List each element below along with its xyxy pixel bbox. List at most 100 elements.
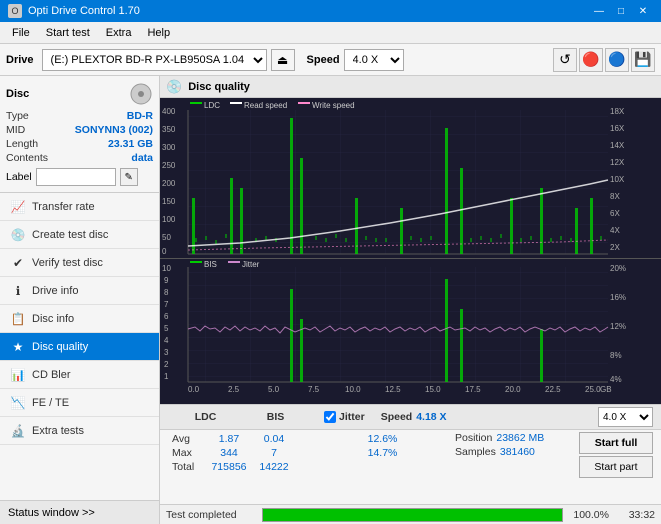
disc-label-input[interactable] (36, 168, 116, 186)
max-jitter: 14.7% (314, 446, 451, 460)
menu-extra[interactable]: Extra (98, 25, 140, 41)
svg-text:20.0: 20.0 (505, 257, 521, 258)
total-bis: 14222 (254, 460, 294, 474)
avg-bis: 0.04 (254, 432, 294, 446)
svg-text:25.0: 25.0 (585, 257, 601, 258)
speed-select[interactable]: 4.0 X (344, 49, 404, 71)
charts-container: 400 350 300 250 200 150 100 50 0 18X 16X… (160, 98, 661, 404)
disc-label-button[interactable]: ✎ (120, 168, 138, 186)
svg-text:2.5: 2.5 (228, 385, 240, 394)
svg-text:8X: 8X (610, 192, 620, 201)
test-speed-select[interactable]: 4.0 X (598, 407, 653, 427)
disc-quality-header: 💿 Disc quality (160, 76, 661, 98)
svg-text:5.0: 5.0 (268, 385, 280, 394)
toolbar-btn-save[interactable]: 💾 (631, 48, 655, 72)
disc-mid-label: MID (6, 124, 25, 136)
svg-text:12X: 12X (610, 158, 625, 167)
svg-text:12.5: 12.5 (385, 385, 401, 394)
svg-text:12.5: 12.5 (385, 257, 401, 258)
max-ldc: 344 (204, 446, 254, 460)
sidebar-item-transfer-rate-label: Transfer rate (32, 201, 95, 213)
sidebar-item-cd-bler[interactable]: 📊 CD Bler (0, 361, 159, 389)
position-row: Position 23862 MB (455, 432, 575, 444)
samples-row: Samples 381460 (455, 446, 575, 458)
stats-col-headers: LDC BIS (168, 411, 308, 423)
app-title: Opti Drive Control 1.70 (28, 5, 140, 17)
sidebar-item-transfer-rate[interactable]: 📈 Transfer rate (0, 193, 159, 221)
toolbar-btn-3[interactable]: 🔵 (605, 48, 629, 72)
minimize-button[interactable]: — (589, 3, 609, 19)
menu-help[interactable]: Help (139, 25, 178, 41)
drive-select[interactable]: (E:) PLEXTOR BD-R PX-LB950SA 1.04 (42, 49, 267, 71)
jitter-checkbox[interactable] (324, 411, 336, 423)
svg-text:10.0: 10.0 (345, 257, 361, 258)
maximize-button[interactable]: □ (611, 3, 631, 19)
create-test-disc-icon: 💿 (10, 227, 26, 243)
sidebar-item-disc-quality-label: Disc quality (32, 341, 88, 353)
toolbar-btn-2[interactable]: 🔴 (579, 48, 603, 72)
menu-file[interactable]: File (4, 25, 38, 41)
stats-row-total: Total 715856 14222 (168, 460, 451, 474)
start-full-button[interactable]: Start full (579, 432, 653, 454)
stats-table: Avg 1.87 0.04 12.6% Max 344 7 14.7% (168, 432, 451, 478)
sidebar-item-create-test-disc[interactable]: 💿 Create test disc (0, 221, 159, 249)
position-value: 23862 MB (496, 432, 544, 444)
menu-bar: File Start test Extra Help (0, 22, 661, 44)
disc-mid-row: MID SONYNN3 (002) (6, 124, 153, 136)
progress-time: 33:32 (615, 509, 655, 521)
svg-text:7.5: 7.5 (308, 385, 320, 394)
disc-header: Disc (6, 82, 153, 106)
disc-title: Disc (6, 88, 29, 100)
disc-contents-label: Contents (6, 152, 48, 164)
disc-info-icon: 📋 (10, 311, 26, 327)
cd-bler-icon: 📊 (10, 367, 26, 383)
svg-text:10X: 10X (610, 175, 625, 184)
total-label: Total (168, 460, 204, 474)
svg-text:7.5: 7.5 (308, 257, 320, 258)
svg-text:350: 350 (162, 125, 176, 134)
svg-text:4: 4 (164, 336, 169, 345)
svg-text:Write speed: Write speed (312, 101, 355, 110)
transfer-rate-icon: 📈 (10, 199, 26, 215)
sidebar-item-drive-info[interactable]: ℹ Drive info (0, 277, 159, 305)
svg-text:Jitter: Jitter (242, 260, 260, 269)
close-button[interactable]: ✕ (633, 3, 653, 19)
status-window-button[interactable]: Status window >> (0, 500, 159, 524)
svg-text:9: 9 (164, 276, 169, 285)
menu-start-test[interactable]: Start test (38, 25, 98, 41)
start-part-button[interactable]: Start part (579, 456, 653, 478)
jitter-checkbox-area: Jitter (324, 411, 365, 423)
sidebar-item-verify-test-disc[interactable]: ✔ Verify test disc (0, 249, 159, 277)
fe-te-icon: 📉 (10, 395, 26, 411)
svg-text:200: 200 (162, 179, 176, 188)
svg-text:8: 8 (164, 288, 169, 297)
svg-text:16X: 16X (610, 124, 625, 133)
toolbar-btn-1[interactable]: ↺ (553, 48, 577, 72)
svg-text:10: 10 (162, 264, 171, 273)
disc-mid-value: SONYNN3 (002) (75, 124, 153, 136)
drive-toolbar: Drive (E:) PLEXTOR BD-R PX-LB950SA 1.04 … (0, 44, 661, 76)
svg-text:6X: 6X (610, 209, 620, 218)
svg-text:1: 1 (164, 372, 169, 381)
bottom-chart-svg: 10 9 8 7 6 5 4 3 2 1 20% 16% 12% 8% 4% (160, 259, 661, 404)
sidebar-item-fe-te[interactable]: 📉 FE / TE (0, 389, 159, 417)
col-bis: BIS (256, 411, 296, 423)
speed-select-area: 4.0 X (598, 407, 653, 427)
svg-text:5.0: 5.0 (268, 257, 280, 258)
disc-type-value: BD-R (127, 110, 153, 122)
svg-text:0: 0 (162, 247, 167, 256)
svg-text:250: 250 (162, 161, 176, 170)
progress-bar-outer (262, 508, 563, 522)
sidebar-item-disc-info[interactable]: 📋 Disc info (0, 305, 159, 333)
eject-button[interactable]: ⏏ (271, 49, 295, 71)
disc-label-row: Label ✎ (6, 168, 153, 186)
progress-bar-area: Test completed 100.0% 33:32 (160, 504, 661, 524)
sidebar-item-extra-tests[interactable]: 🔬 Extra tests (0, 417, 159, 445)
svg-text:20%: 20% (610, 264, 626, 273)
disc-label-text: Label (6, 171, 32, 183)
svg-text:15.0: 15.0 (425, 385, 441, 394)
avg-jitter: 12.6% (314, 432, 451, 446)
svg-text:4%: 4% (610, 375, 622, 384)
sidebar-item-disc-quality[interactable]: ★ Disc quality (0, 333, 159, 361)
svg-text:GB: GB (600, 385, 612, 394)
